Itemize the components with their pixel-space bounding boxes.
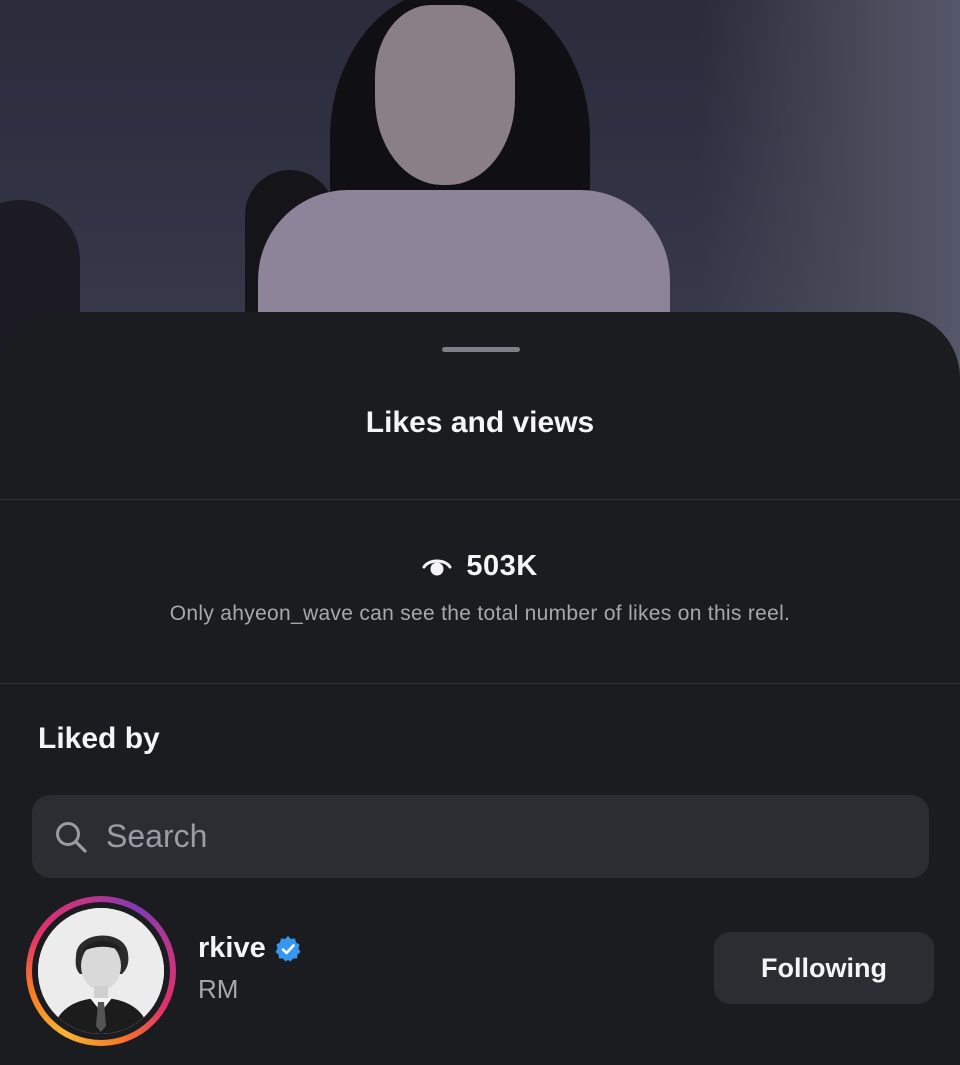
story-ring[interactable] — [26, 896, 176, 1046]
likes-bottom-sheet: Likes and views 503K Only ahyeon_wave ca… — [0, 312, 960, 1065]
dancer-face — [375, 5, 515, 185]
sheet-title: Likes and views — [365, 406, 595, 439]
username-line: rkive — [198, 932, 302, 965]
divider — [0, 683, 960, 684]
sheet-drag-handle[interactable] — [442, 347, 520, 352]
liked-by-heading: Liked by — [38, 722, 160, 755]
search-icon — [54, 820, 88, 854]
views-summary: 503K — [0, 550, 960, 583]
views-count: 503K — [466, 550, 538, 582]
full-name: RM — [198, 974, 239, 1004]
likes-privacy-note: Only ahyeon_wave can see the total numbe… — [169, 602, 791, 625]
search-bar[interactable] — [32, 795, 929, 878]
divider — [0, 499, 960, 500]
username[interactable]: rkive — [198, 932, 266, 965]
verified-badge-icon — [274, 935, 302, 963]
liker-row[interactable]: rkive RM Following — [26, 896, 934, 1046]
avatar — [38, 908, 164, 1034]
eye-icon — [422, 556, 452, 578]
search-input[interactable] — [106, 818, 866, 855]
following-button[interactable]: Following — [714, 932, 934, 1004]
